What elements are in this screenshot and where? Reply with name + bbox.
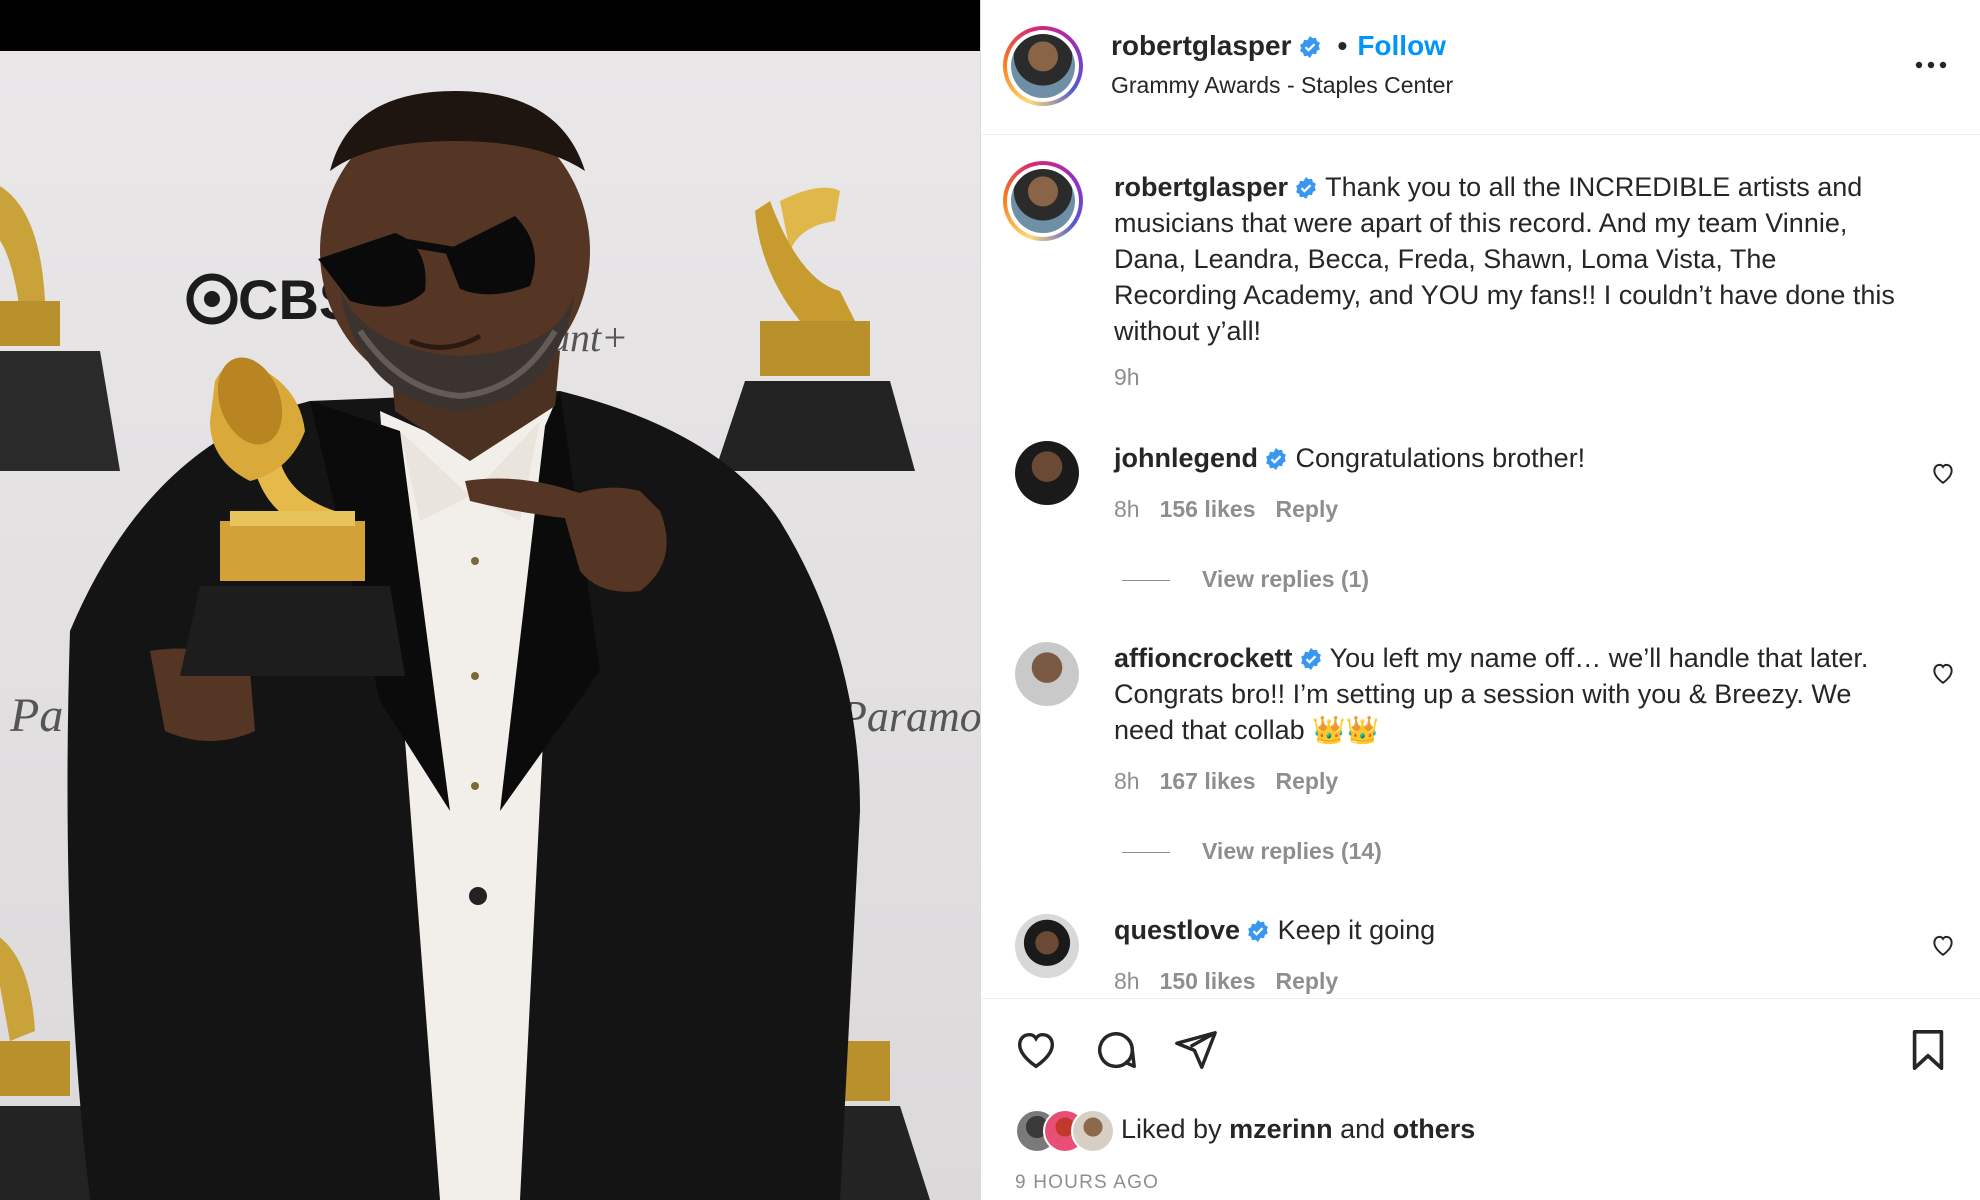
post-sidebar: robertglasper • Follow Grammy Awards - Sta… bbox=[980, 0, 1980, 1200]
post-timestamp[interactable]: 9 HOURS AGO bbox=[1015, 1172, 1159, 1194]
liked-by-user[interactable]: mzerinn bbox=[1229, 1114, 1333, 1144]
post-header: robertglasper • Follow Grammy Awards - Sta… bbox=[981, 0, 1980, 135]
view-replies-button[interactable]: View replies (1) bbox=[1122, 566, 1369, 593]
comment-body: affioncrockett You left my name off… we’… bbox=[1114, 640, 1904, 748]
comment-time[interactable]: 8h bbox=[1114, 968, 1140, 994]
author-avatar-image bbox=[1011, 34, 1075, 98]
liked-by-line: Liked by mzerinn and others bbox=[1121, 1114, 1475, 1145]
comment-like-heart-icon[interactable] bbox=[1930, 460, 1956, 486]
comment-like-heart-icon[interactable] bbox=[1930, 932, 1956, 958]
comment-likes[interactable]: 150 likes bbox=[1160, 968, 1256, 994]
caption-body: robertglasper Thank you to all the INCRE… bbox=[1114, 169, 1904, 349]
comment-body: johnlegend Congratulations brother! bbox=[1114, 440, 1904, 476]
view-replies-label: View replies (1) bbox=[1202, 566, 1370, 592]
comment-time[interactable]: 8h bbox=[1114, 768, 1140, 794]
reply-button[interactable]: Reply bbox=[1276, 768, 1339, 794]
comment-meta: 8h 167 likes Reply bbox=[1114, 768, 1338, 795]
verified-badge-icon bbox=[1266, 448, 1286, 470]
view-replies-label: View replies (14) bbox=[1202, 838, 1382, 864]
header-separator: • bbox=[1337, 30, 1348, 61]
reply-button[interactable]: Reply bbox=[1276, 496, 1339, 522]
send-icon[interactable] bbox=[1173, 1027, 1219, 1073]
verified-badge-icon bbox=[1299, 36, 1320, 58]
verified-badge-icon bbox=[1300, 648, 1321, 670]
comments-list[interactable]: robertglasper Thank you to all the INCRE… bbox=[981, 136, 1980, 998]
commenter-avatar[interactable] bbox=[1015, 642, 1079, 706]
caption-username[interactable]: robertglasper bbox=[1114, 172, 1288, 202]
verified-badge-icon bbox=[1296, 177, 1316, 199]
liked-by-prefix: Liked by bbox=[1121, 1114, 1222, 1144]
comment-likes[interactable]: 156 likes bbox=[1160, 496, 1256, 522]
post-media[interactable]: CBS ount+ Pa Paramou bbox=[0, 0, 980, 1200]
comment-text: Keep it going bbox=[1277, 915, 1436, 945]
replies-divider-line bbox=[1122, 580, 1170, 582]
backdrop-text-paramount-left: Pa bbox=[9, 689, 63, 742]
verified-badge-icon bbox=[1248, 920, 1268, 942]
reply-button[interactable]: Reply bbox=[1276, 968, 1339, 994]
liked-by-and: and bbox=[1340, 1114, 1386, 1144]
commenter-avatar[interactable] bbox=[1015, 914, 1079, 978]
comment-likes[interactable]: 167 likes bbox=[1160, 768, 1256, 794]
comment-body: questlove Keep it going bbox=[1114, 912, 1904, 948]
comment-username[interactable]: affioncrockett bbox=[1114, 643, 1293, 673]
commenter-avatar[interactable] bbox=[1015, 441, 1079, 505]
view-replies-button[interactable]: View replies (14) bbox=[1122, 838, 1382, 865]
comment-icon[interactable] bbox=[1093, 1027, 1139, 1073]
comment-meta: 8h 156 likes Reply bbox=[1114, 496, 1338, 523]
header-user-line: robertglasper • Follow bbox=[1111, 30, 1446, 62]
post-location[interactable]: Grammy Awards - Staples Center bbox=[1111, 72, 1453, 99]
comment-like-heart-icon[interactable] bbox=[1930, 660, 1956, 686]
post-photo: CBS ount+ Pa Paramou bbox=[0, 51, 980, 1200]
comment-username[interactable]: questlove bbox=[1114, 915, 1240, 945]
caption-avatar[interactable] bbox=[1003, 161, 1083, 241]
liked-by-others[interactable]: others bbox=[1393, 1114, 1476, 1144]
post-actions-bar: Liked by mzerinn and others 9 HOURS AGO bbox=[981, 998, 1980, 1200]
backdrop-trophy-right-top bbox=[715, 187, 915, 471]
replies-divider-line bbox=[1122, 852, 1170, 854]
header-username[interactable]: robertglasper bbox=[1111, 30, 1292, 61]
comment-meta: 8h 150 likes Reply bbox=[1114, 968, 1338, 995]
bookmark-icon[interactable] bbox=[1905, 1027, 1951, 1073]
author-avatar[interactable] bbox=[1003, 26, 1083, 106]
more-options-icon[interactable] bbox=[1911, 50, 1951, 80]
backdrop-text-paramount-right: Paramou bbox=[839, 692, 980, 741]
liker-avatar[interactable] bbox=[1071, 1109, 1115, 1153]
photo-illustration: CBS ount+ Pa Paramou bbox=[0, 91, 980, 1200]
person bbox=[67, 91, 860, 1200]
comment-username[interactable]: johnlegend bbox=[1114, 443, 1258, 473]
heart-icon[interactable] bbox=[1013, 1027, 1059, 1073]
follow-button[interactable]: Follow bbox=[1357, 30, 1446, 61]
comment-time[interactable]: 8h bbox=[1114, 496, 1140, 522]
caption-avatar-image bbox=[1011, 169, 1075, 233]
caption-time[interactable]: 9h bbox=[1114, 364, 1140, 391]
comment-text: Congratulations brother! bbox=[1295, 443, 1586, 473]
backdrop-trophy-left bbox=[0, 186, 120, 471]
